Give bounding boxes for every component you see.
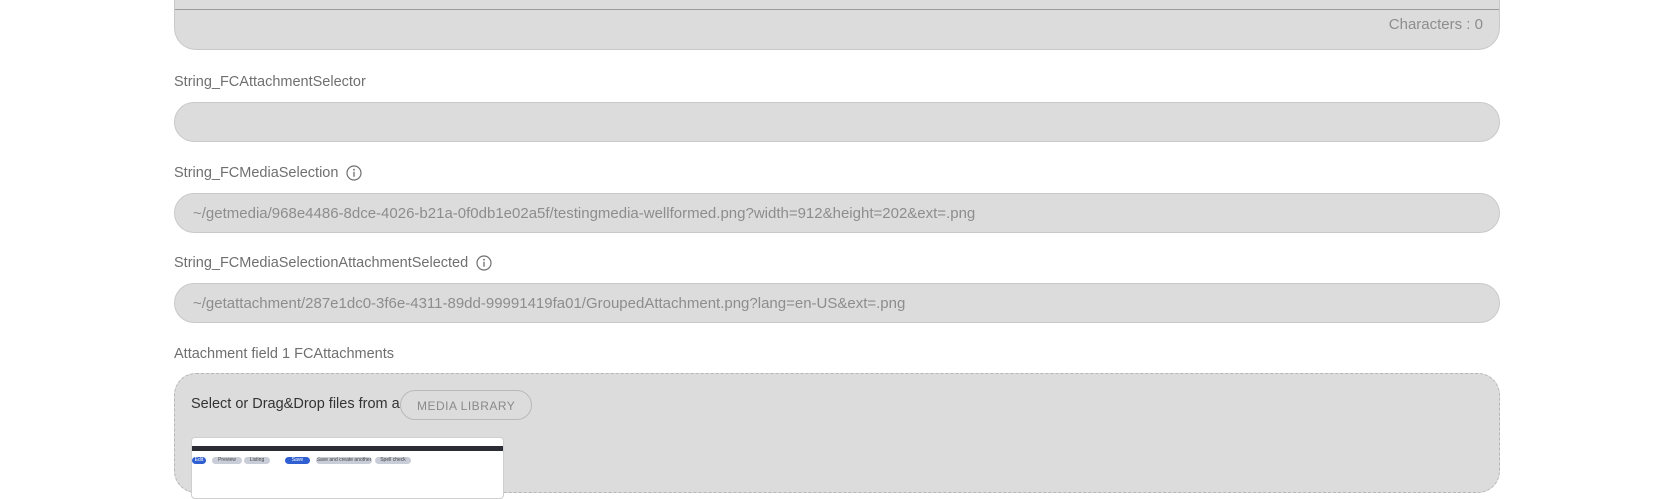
rich-text-editor[interactable]: Characters : 0 <box>174 0 1500 50</box>
media-selection-label: String_FCMediaSelection <box>174 165 363 181</box>
media-library-button[interactable]: MEDIA LIBRARY <box>400 390 533 420</box>
info-icon[interactable] <box>476 255 492 271</box>
media-selection-input[interactable] <box>174 193 1500 233</box>
attachments-label: Attachment field 1 FCAttachments <box>174 346 394 362</box>
thumbnail-header-bar <box>192 446 503 451</box>
attachment-selector-label: String_FCAttachmentSelector <box>174 74 366 90</box>
media-selection-attachment-label: String_FCMediaSelectionAttachmentSelecte… <box>174 255 492 271</box>
thumbnail-tab: Spell check <box>375 457 411 464</box>
thumbnail-tab: Listing <box>244 457 270 464</box>
thumbnail-tab: Preview <box>212 457 242 464</box>
attachment-selector-input[interactable] <box>174 102 1500 142</box>
attachment-selector-label-text: String_FCAttachmentSelector <box>174 74 366 90</box>
attachment-thumbnail[interactable]: Edit Preview Listing Save Save and creat… <box>191 437 504 499</box>
media-selection-attachment-input[interactable] <box>174 283 1500 323</box>
thumbnail-tab: Edit <box>192 457 206 464</box>
media-selection-label-text: String_FCMediaSelection <box>174 165 339 181</box>
media-selection-attachment-label-text: String_FCMediaSelectionAttachmentSelecte… <box>174 255 469 271</box>
editor-divider <box>175 9 1499 10</box>
dropzone-instruction: Select or Drag&Drop files from a <box>191 396 400 412</box>
character-count: Characters : 0 <box>1388 16 1483 33</box>
attachments-label-text: Attachment field 1 FCAttachments <box>174 346 395 362</box>
thumbnail-tab: Save and create another <box>316 457 372 464</box>
thumbnail-tab: Save <box>285 457 310 464</box>
info-icon[interactable] <box>346 165 363 181</box>
attachments-dropzone[interactable]: Select or Drag&Drop files from a MEDIA L… <box>174 373 1500 499</box>
